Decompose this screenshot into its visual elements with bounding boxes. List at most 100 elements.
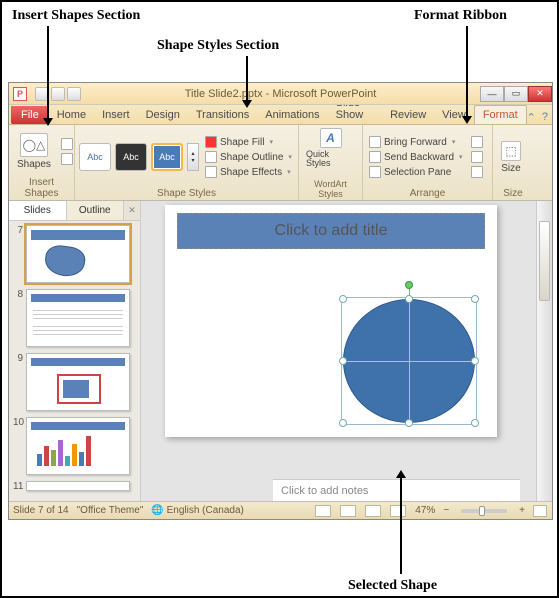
title-placeholder[interactable]: Click to add title: [177, 213, 485, 249]
qat-undo-icon[interactable]: [51, 87, 65, 101]
size-button[interactable]: ⬚ Size: [497, 139, 525, 176]
zoom-out-button[interactable]: −: [443, 505, 449, 516]
qat-redo-icon[interactable]: [67, 87, 81, 101]
workspace: Slides Outline ✕ 7 8: [9, 201, 552, 501]
tab-transitions[interactable]: Transitions: [188, 106, 257, 124]
view-reading-button[interactable]: [365, 505, 381, 517]
status-theme: "Office Theme": [77, 505, 144, 516]
style-thumb-3[interactable]: Abc: [151, 143, 183, 171]
style-thumb-1[interactable]: Abc: [79, 143, 111, 171]
resize-handle[interactable]: [405, 295, 413, 303]
edit-shape-button[interactable]: [59, 137, 75, 151]
rotation-handle[interactable]: [405, 281, 413, 289]
selection-pane-icon: [369, 166, 381, 178]
view-slideshow-button[interactable]: [390, 505, 406, 517]
fit-to-window-button[interactable]: [533, 505, 547, 517]
thumbnail-7[interactable]: [26, 225, 130, 283]
tab-home[interactable]: Home: [49, 106, 94, 124]
shape-fill-button[interactable]: Shape Fill▾: [203, 135, 294, 149]
tab-animations[interactable]: Animations: [257, 106, 327, 124]
thumbnail-9[interactable]: [26, 353, 130, 411]
zoom-level[interactable]: 47%: [415, 505, 435, 516]
annotation-format-ribbon: Format Ribbon: [414, 8, 507, 24]
zoom-slider[interactable]: [461, 509, 507, 513]
tab-review[interactable]: Review: [382, 106, 434, 124]
style-gallery-more[interactable]: ▴▾: [187, 143, 199, 171]
bring-forward-icon: [369, 136, 381, 148]
annotation-insert-shapes: Insert Shapes Section: [12, 8, 140, 24]
app-icon: P: [13, 87, 27, 101]
selected-shape[interactable]: [343, 299, 475, 423]
shapes-icon: ◯△: [20, 133, 48, 157]
thumbnail-8[interactable]: [26, 289, 130, 347]
selection-pane-button[interactable]: Selection Pane: [367, 165, 465, 179]
shape-outline-button[interactable]: Shape Outline▾: [203, 150, 294, 164]
group-arrange: Bring Forward▾ Send Backward▾ Selection …: [363, 125, 493, 200]
thumbnail-11[interactable]: [26, 481, 130, 491]
status-language[interactable]: 🌐 English (Canada): [151, 505, 244, 516]
thumb-num: 8: [13, 289, 23, 300]
bring-forward-button[interactable]: Bring Forward▾: [367, 135, 465, 149]
group-button[interactable]: [469, 150, 485, 164]
resize-handle[interactable]: [471, 295, 479, 303]
text-box-icon: [61, 153, 73, 165]
group-label-arrange: Arrange: [367, 187, 488, 200]
tab-design[interactable]: Design: [138, 106, 188, 124]
help-icon[interactable]: ?: [542, 111, 548, 124]
zoom-in-button[interactable]: +: [519, 505, 525, 516]
annotation-shape-styles: Shape Styles Section: [157, 38, 279, 54]
slide-canvas[interactable]: Click to add title: [165, 205, 497, 437]
group-icon: [471, 151, 483, 163]
thumb-num: 9: [13, 353, 23, 364]
align-icon: [471, 136, 483, 148]
vertical-scrollbar[interactable]: [536, 201, 552, 501]
view-normal-button[interactable]: [315, 505, 331, 517]
text-box-button[interactable]: [59, 152, 75, 166]
ribbon: ◯△ Shapes Insert Shapes Abc Abc Abc ▴▾: [9, 125, 552, 201]
resize-handle[interactable]: [471, 419, 479, 427]
notes-pane[interactable]: Click to add notes: [273, 479, 520, 501]
resize-handle[interactable]: [471, 357, 479, 365]
shapes-button[interactable]: ◯△ Shapes: [13, 131, 55, 172]
status-slide-number: Slide 7 of 14: [13, 505, 69, 516]
shape-effects-button[interactable]: Shape Effects▾: [203, 165, 294, 179]
resize-handle[interactable]: [405, 419, 413, 427]
maximize-button[interactable]: ▭: [504, 86, 528, 102]
align-button[interactable]: [469, 135, 485, 149]
quick-access-toolbar: [35, 87, 81, 101]
group-label-wordart: WordArt Styles: [303, 178, 358, 200]
resize-handle[interactable]: [339, 357, 347, 365]
size-icon: ⬚: [501, 141, 521, 161]
ribbon-minimize-icon[interactable]: ⌃: [527, 111, 536, 124]
side-tab-slides[interactable]: Slides: [9, 201, 67, 220]
group-size: ⬚ Size Size: [493, 125, 533, 200]
close-button[interactable]: ✕: [528, 86, 552, 102]
thumbnail-10[interactable]: [26, 417, 130, 475]
status-bar: Slide 7 of 14 "Office Theme" 🌐 English (…: [9, 501, 552, 519]
group-label-size: Size: [497, 187, 529, 200]
rotate-button[interactable]: [469, 165, 485, 179]
side-close-icon[interactable]: ✕: [124, 201, 140, 220]
tab-format[interactable]: Format: [474, 105, 527, 124]
edit-shape-icon: [61, 138, 73, 150]
window-title: Title Slide2.pptx - Microsoft PowerPoint: [185, 88, 377, 100]
style-thumb-2[interactable]: Abc: [115, 143, 147, 171]
minimize-button[interactable]: —: [480, 86, 504, 102]
send-backward-icon: [369, 151, 381, 163]
view-sorter-button[interactable]: [340, 505, 356, 517]
side-tab-outline[interactable]: Outline: [67, 201, 125, 220]
resize-handle[interactable]: [339, 419, 347, 427]
resize-handle[interactable]: [339, 295, 347, 303]
shape-fill-icon: [205, 136, 217, 148]
notes-placeholder: Click to add notes: [281, 485, 368, 497]
send-backward-button[interactable]: Send Backward▾: [367, 150, 465, 164]
slide-area: Click to add title: [141, 201, 536, 501]
titlebar: P Title Slide2.pptx - Microsoft PowerPoi…: [9, 83, 552, 105]
quick-styles-button[interactable]: A Quick Styles: [303, 127, 358, 169]
scrollbar-thumb[interactable]: [539, 221, 550, 301]
tab-insert[interactable]: Insert: [94, 106, 138, 124]
thumb-num: 10: [13, 417, 23, 428]
group-insert-shapes: ◯△ Shapes Insert Shapes: [9, 125, 75, 200]
annotation-selected-shape: Selected Shape: [348, 578, 437, 594]
rotate-icon: [471, 166, 483, 178]
